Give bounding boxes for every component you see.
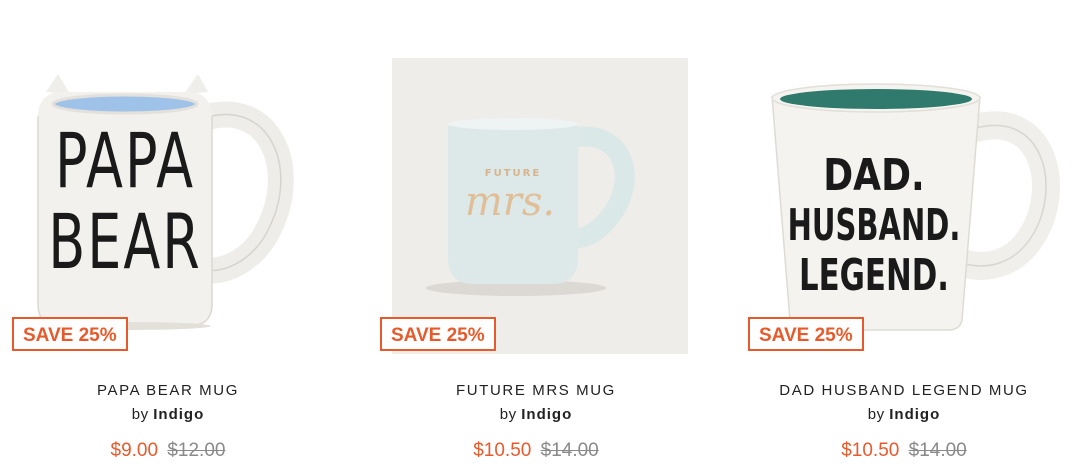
mug-print-line-1: PAPA (55, 118, 195, 205)
product-byline: by Indigo (744, 406, 1064, 423)
product-image[interactable]: PAPA BEAR (8, 58, 328, 354)
by-label: by (131, 406, 149, 423)
product-image[interactable]: DAD. HUSBAND. LEGEND. (744, 58, 1064, 354)
product-byline: by Indigo (8, 406, 328, 423)
save-badge: SAVE 25% (12, 317, 128, 351)
mug-print-line-3: LEGEND. (799, 249, 949, 300)
price-row: $9.00 $12.00 (8, 440, 328, 462)
price-row: $10.50 $14.00 (744, 440, 1064, 462)
product-title[interactable]: FUTURE MRS MUG (376, 382, 696, 399)
product-byline: by Indigo (376, 406, 696, 423)
price-row: $10.50 $14.00 (376, 440, 696, 462)
brand-link[interactable]: Indigo (889, 406, 940, 423)
mug-print-line-2: mrs. (465, 179, 555, 225)
sale-price: $10.50 (473, 440, 532, 461)
save-badge: SAVE 25% (748, 317, 864, 351)
product-image[interactable]: FUTURE mrs. (376, 58, 696, 354)
mug-print-line-1: FUTURE (485, 168, 541, 179)
brand-link[interactable]: Indigo (153, 406, 204, 423)
mug-print-line-2: BEAR (48, 199, 202, 286)
future-mrs-mug-illustration: FUTURE mrs. (392, 58, 688, 354)
original-price: $14.00 (540, 440, 599, 461)
papa-bear-mug-illustration: PAPA BEAR (37, 74, 294, 330)
sale-price: $10.50 (841, 440, 900, 461)
original-price: $12.00 (167, 440, 226, 461)
product-title[interactable]: DAD HUSBAND LEGEND MUG (744, 382, 1064, 399)
brand-link[interactable]: Indigo (521, 406, 572, 423)
product-card[interactable]: FUTURE mrs. SAVE 25% FUTURE MRS MUG by I… (376, 0, 696, 473)
product-card[interactable]: PAPA BEAR SAVE 25% PAPA BEAR MUG by Indi… (8, 0, 328, 473)
product-title[interactable]: PAPA BEAR MUG (8, 382, 328, 399)
mug-print-line-2: HUSBAND. (788, 199, 961, 251)
by-label: by (499, 406, 517, 423)
product-card[interactable]: DAD. HUSBAND. LEGEND. SAVE 25% DAD HUSBA… (744, 0, 1064, 473)
mug-print-line-1: DAD. (823, 151, 924, 201)
save-badge: SAVE 25% (380, 317, 496, 351)
sale-price: $9.00 (110, 440, 159, 461)
by-label: by (867, 406, 885, 423)
original-price: $14.00 (908, 440, 967, 461)
dad-husband-legend-mug-illustration: DAD. HUSBAND. LEGEND. (771, 83, 1060, 331)
